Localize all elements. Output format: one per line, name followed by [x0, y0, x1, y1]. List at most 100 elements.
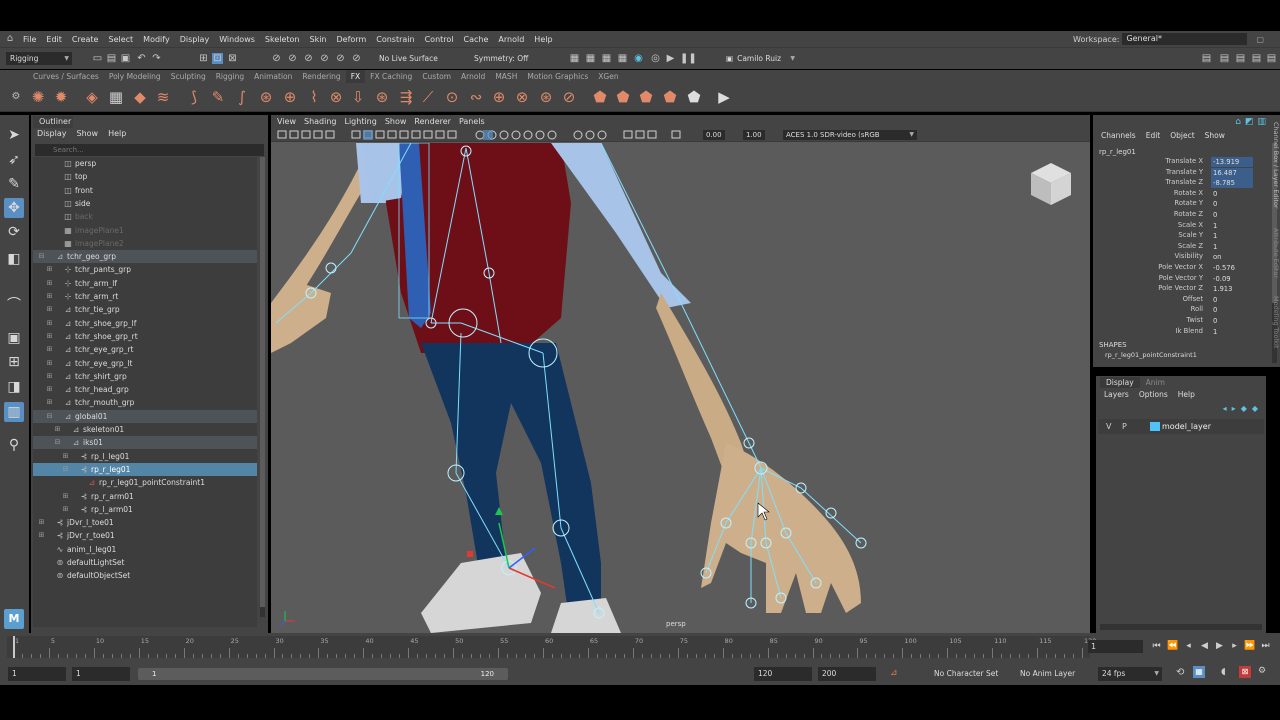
menu-constrain[interactable]: Constrain [371, 35, 419, 44]
outliner-menu-show[interactable]: Show [77, 129, 99, 138]
animation-end-field[interactable]: 200 [818, 667, 876, 681]
cloth-jacket-icon[interactable]: ⬟ [660, 87, 680, 107]
outliner-row[interactable]: ⊚ defaultObjectSet [33, 569, 257, 582]
menu-skeleton[interactable]: Skeleton [260, 35, 305, 44]
expand-icon[interactable]: ⊞ [53, 423, 62, 436]
last-tool-icon[interactable]: ⌒ [4, 295, 24, 315]
channel-attribute-row[interactable]: Rotate Y 0 [1093, 199, 1263, 210]
paint-effects-icon[interactable]: ✎ [208, 87, 228, 107]
outliner-row[interactable]: ⊞ ⊿ tchr_shoe_grp_lf [33, 317, 257, 330]
go-to-start-icon[interactable]: ⏮ [1151, 641, 1162, 652]
field-icon[interactable]: ⊕ [280, 87, 300, 107]
layer-tab-display[interactable]: Display [1100, 377, 1140, 388]
attribute-editor-icon[interactable]: ▤ [1219, 53, 1230, 64]
viewport-menu-lighting[interactable]: Lighting [344, 117, 376, 126]
layer-visibility-toggle[interactable]: V [1106, 422, 1111, 431]
time-ruler[interactable]: 1 5 10 15 20 25 30 35 40 45 50 55 60 65 70 75 80 85 90 95 10… [7, 636, 1096, 658]
newton-icon[interactable]: ⟋ [418, 87, 438, 107]
expand-icon[interactable]: ⊞ [61, 503, 70, 516]
nparticle-tool-icon[interactable]: ✺ [28, 87, 48, 107]
paint-select-tool-icon[interactable]: ✎ [4, 174, 24, 194]
far-clip-field[interactable]: 1.00 [743, 130, 765, 140]
go-to-end-icon[interactable]: ⏭ [1260, 641, 1271, 652]
menu-help[interactable]: Help [529, 35, 557, 44]
channel-attribute-value[interactable]: -8.785 [1211, 178, 1253, 189]
character-set-dropdown[interactable]: No Character Set [930, 667, 1010, 681]
lasso-tool-icon[interactable]: ➶ [4, 150, 24, 170]
layer-name[interactable]: model_layer [1162, 422, 1211, 431]
channel-box-menu-object[interactable]: Object [1170, 131, 1194, 140]
shelf-tab-sculpting[interactable]: Sculpting [166, 70, 211, 83]
outliner-scrollbar-thumb[interactable] [260, 157, 265, 607]
channel-attribute-value[interactable]: 0 [1211, 189, 1253, 199]
current-frame-field[interactable]: 1 [1088, 640, 1143, 653]
gravity-icon[interactable]: ⇩ [348, 87, 368, 107]
dynamic-constraint-icon[interactable]: ⊛ [536, 87, 556, 107]
channel-attribute-value[interactable]: 0 [1211, 316, 1253, 326]
channel-attribute-row[interactable]: Rotate X 0 [1093, 189, 1263, 200]
outliner-row[interactable]: ⊿ rp_r_leg01_pointConstraint1 [33, 476, 257, 489]
cloth-vest-icon[interactable]: ⬟ [636, 87, 656, 107]
fluid-container-icon[interactable]: ◈ [82, 87, 102, 107]
scale-tool-icon[interactable]: ◧ [4, 249, 24, 269]
near-clip-field[interactable]: 0.00 [703, 130, 725, 140]
snap-grid-icon[interactable]: ⊘ [271, 53, 282, 64]
playback-speed-icon[interactable]: ▦ [1193, 666, 1205, 678]
range-bar[interactable]: 1 120 [138, 668, 508, 680]
auto-key-icon[interactable]: ⊿ [890, 668, 898, 678]
menu-cache[interactable]: Cache [459, 35, 494, 44]
channel-box-menu-show[interactable]: Show [1205, 131, 1225, 140]
pause-render-icon[interactable]: ❚❚ [680, 53, 697, 64]
channel-attribute-value[interactable]: 16.487 [1211, 167, 1253, 178]
step-back-key-icon[interactable]: ⏪ [1167, 641, 1178, 652]
persp-outliner-icon[interactable]: ◨ [4, 377, 24, 397]
move-layer-down-icon[interactable]: ▸ [1232, 404, 1236, 413]
animation-start-field[interactable]: 1 [8, 667, 66, 681]
channel-attribute-row[interactable]: Visibility on [1093, 252, 1263, 263]
play-render-icon[interactable]: ▶ [665, 53, 676, 64]
channel-attribute-row[interactable]: Translate X -13.919 [1093, 157, 1263, 168]
outliner-layout-icon[interactable]: ▥ [4, 402, 24, 422]
outliner-row[interactable]: ⊟ ⊰ rp_r_leg01 [33, 462, 257, 476]
playback-end-field[interactable]: 120 [754, 667, 812, 681]
channel-attribute-row[interactable]: Twist 0 [1093, 316, 1263, 327]
move-tool-icon[interactable]: ✥ [4, 198, 24, 218]
outliner-row[interactable]: ▦ imagePlane1 [33, 224, 257, 237]
channel-attribute-value[interactable]: 1 [1211, 327, 1253, 337]
fps-dropdown[interactable]: 24 fps ▼ [1098, 667, 1162, 681]
layer-color-swatch[interactable] [1150, 422, 1160, 431]
channel-attribute-row[interactable]: Pole Vector Z 1.913 [1093, 284, 1263, 295]
render-sequence-icon[interactable]: ▦ [585, 53, 596, 64]
outliner-row[interactable]: ◫ persp [33, 157, 257, 170]
layer-menu-layers[interactable]: Layers [1104, 390, 1129, 399]
cloth-tshirt-icon[interactable]: ⬟ [684, 87, 704, 107]
turbulence-icon[interactable]: ⌇ [304, 87, 324, 107]
collapse-icon[interactable]: ⊟ [45, 410, 54, 423]
expand-icon[interactable]: ⊞ [45, 357, 54, 370]
workspace-dropdown[interactable]: General* [1122, 33, 1248, 45]
search-icon[interactable]: ⚲ [4, 435, 24, 455]
outliner-row[interactable]: ⊞ ⊰ rp_l_arm01 [33, 503, 257, 516]
shelf-tab-fx[interactable]: FX [345, 70, 366, 83]
expand-icon[interactable]: ⊞ [37, 529, 46, 542]
outliner-row[interactable]: ⊞ ⊿ tchr_eye_grp_lt [33, 357, 257, 370]
preferences-icon[interactable]: ⚙ [1258, 666, 1266, 676]
hair-icon[interactable]: ∫ [232, 87, 252, 107]
channel-box-lock-icon[interactable]: ▥ [1257, 117, 1266, 127]
single-perspective-icon[interactable]: ▣ [4, 328, 24, 348]
outliner-row[interactable]: ⊞ ⊹ tchr_arm_lf [33, 277, 257, 290]
select-objects-icon[interactable]: ⊡ [212, 53, 223, 64]
menu-display[interactable]: Display [175, 35, 215, 44]
maya-home-icon[interactable]: ⌂ [4, 33, 16, 45]
side-tab-attribute-editor[interactable]: Attribute Editor [1268, 228, 1280, 288]
render-frame-icon[interactable]: ▦ [569, 53, 580, 64]
channel-box-key-icon[interactable]: ⌂ [1235, 117, 1241, 127]
channel-attribute-value[interactable]: -0.576 [1211, 263, 1253, 273]
nrigid-icon[interactable]: ⊛ [256, 87, 276, 107]
snap-curve-icon[interactable]: ⊘ [287, 53, 298, 64]
shelf-tab-custom[interactable]: Custom [417, 70, 456, 83]
outliner-row[interactable]: ⊞ ⊿ tchr_shirt_grp [33, 370, 257, 383]
undo-icon[interactable]: ↶ [136, 53, 147, 64]
nconstraint-icon[interactable]: ⊗ [512, 87, 532, 107]
outliner-search-input[interactable]: Search... [35, 144, 264, 156]
